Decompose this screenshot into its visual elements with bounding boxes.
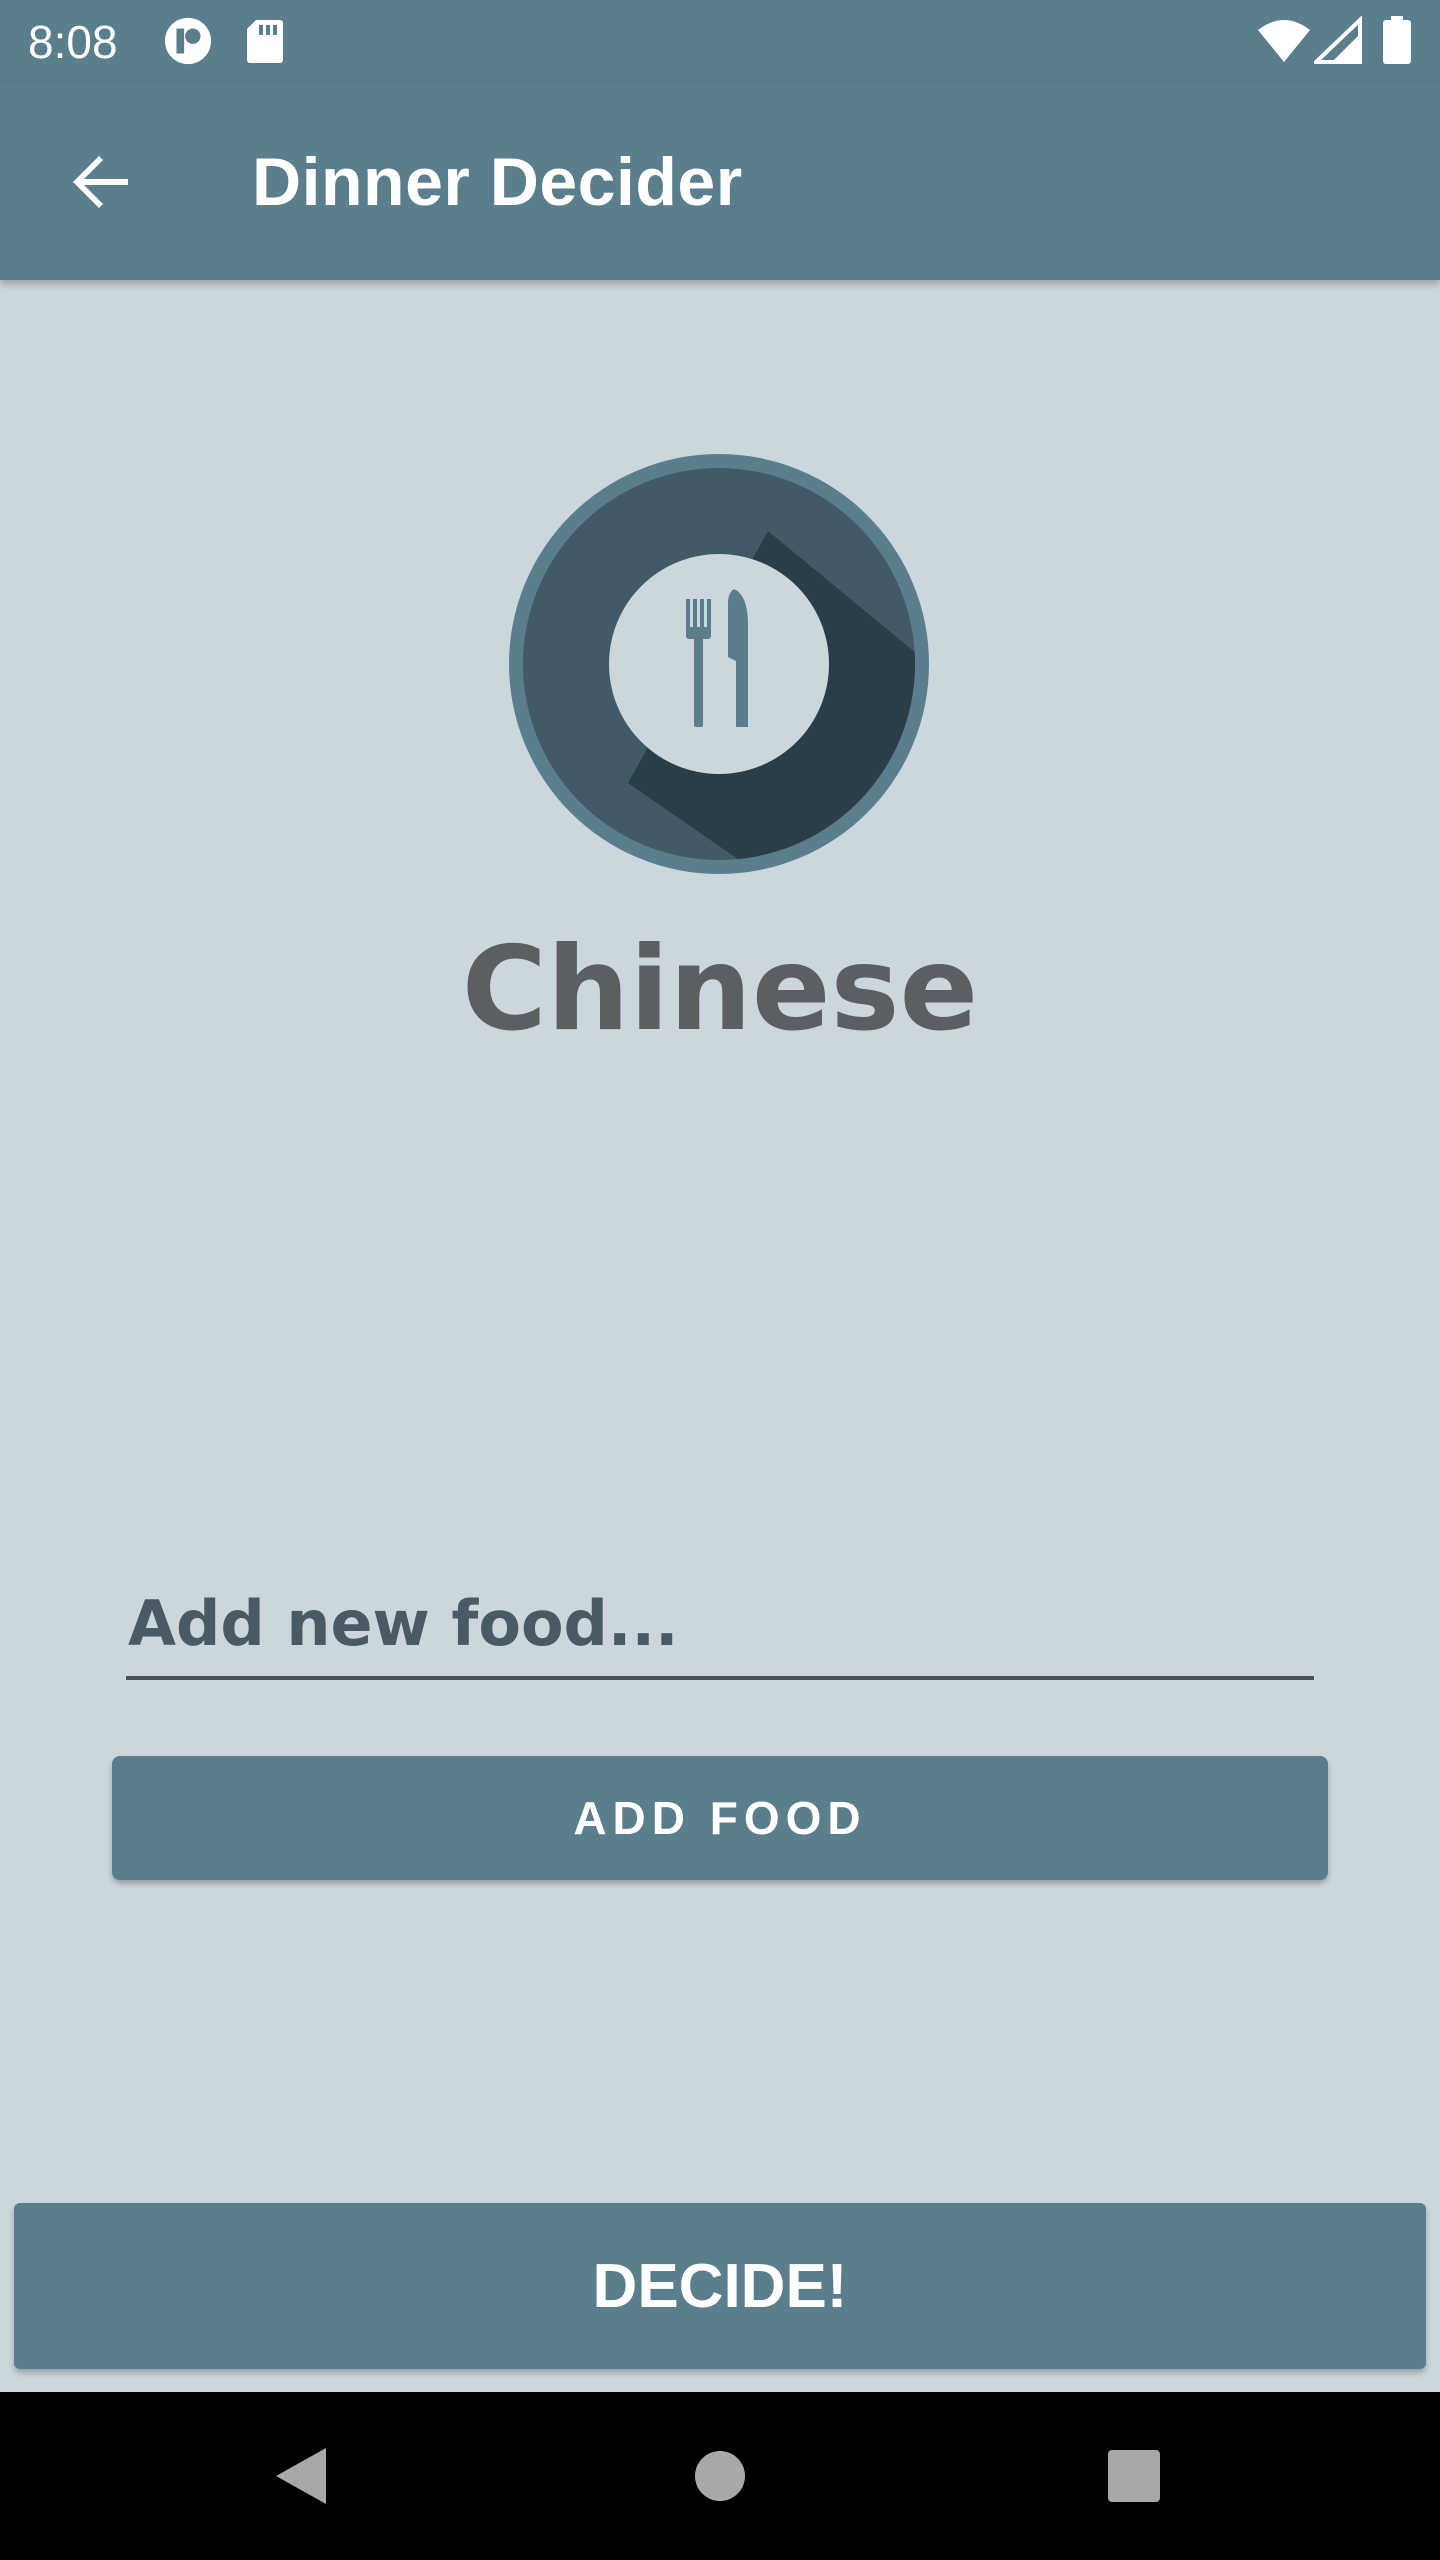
nav-bar — [0, 2392, 1440, 2560]
nav-home-button[interactable] — [670, 2426, 770, 2526]
add-food-input[interactable] — [126, 1570, 1314, 1680]
app-title: Dinner Decider — [252, 144, 743, 220]
status-time: 8:08 — [28, 16, 118, 68]
sd-card-icon — [247, 20, 283, 63]
recents-square-icon — [1108, 2450, 1160, 2502]
back-button[interactable] — [48, 128, 156, 236]
back-triangle-icon — [276, 2448, 326, 2504]
arrow-back-icon — [73, 156, 128, 208]
app-notification-icon — [164, 17, 212, 65]
fork-knife-plate-icon — [509, 454, 929, 874]
status-bar: 8:08 — [0, 0, 1440, 84]
signal-icon — [1314, 16, 1362, 64]
wifi-icon — [1258, 20, 1310, 62]
add-food-button[interactable]: ADD FOOD — [112, 1756, 1328, 1880]
battery-icon — [1383, 16, 1411, 64]
home-circle-icon — [695, 2451, 745, 2501]
nav-recents-button[interactable] — [1084, 2426, 1184, 2526]
selected-food-label: Chinese — [461, 922, 979, 1057]
nav-back-button[interactable] — [250, 2426, 350, 2526]
decide-button[interactable]: DECIDE! — [14, 2203, 1426, 2369]
app-bar: Dinner Decider — [0, 84, 1440, 280]
